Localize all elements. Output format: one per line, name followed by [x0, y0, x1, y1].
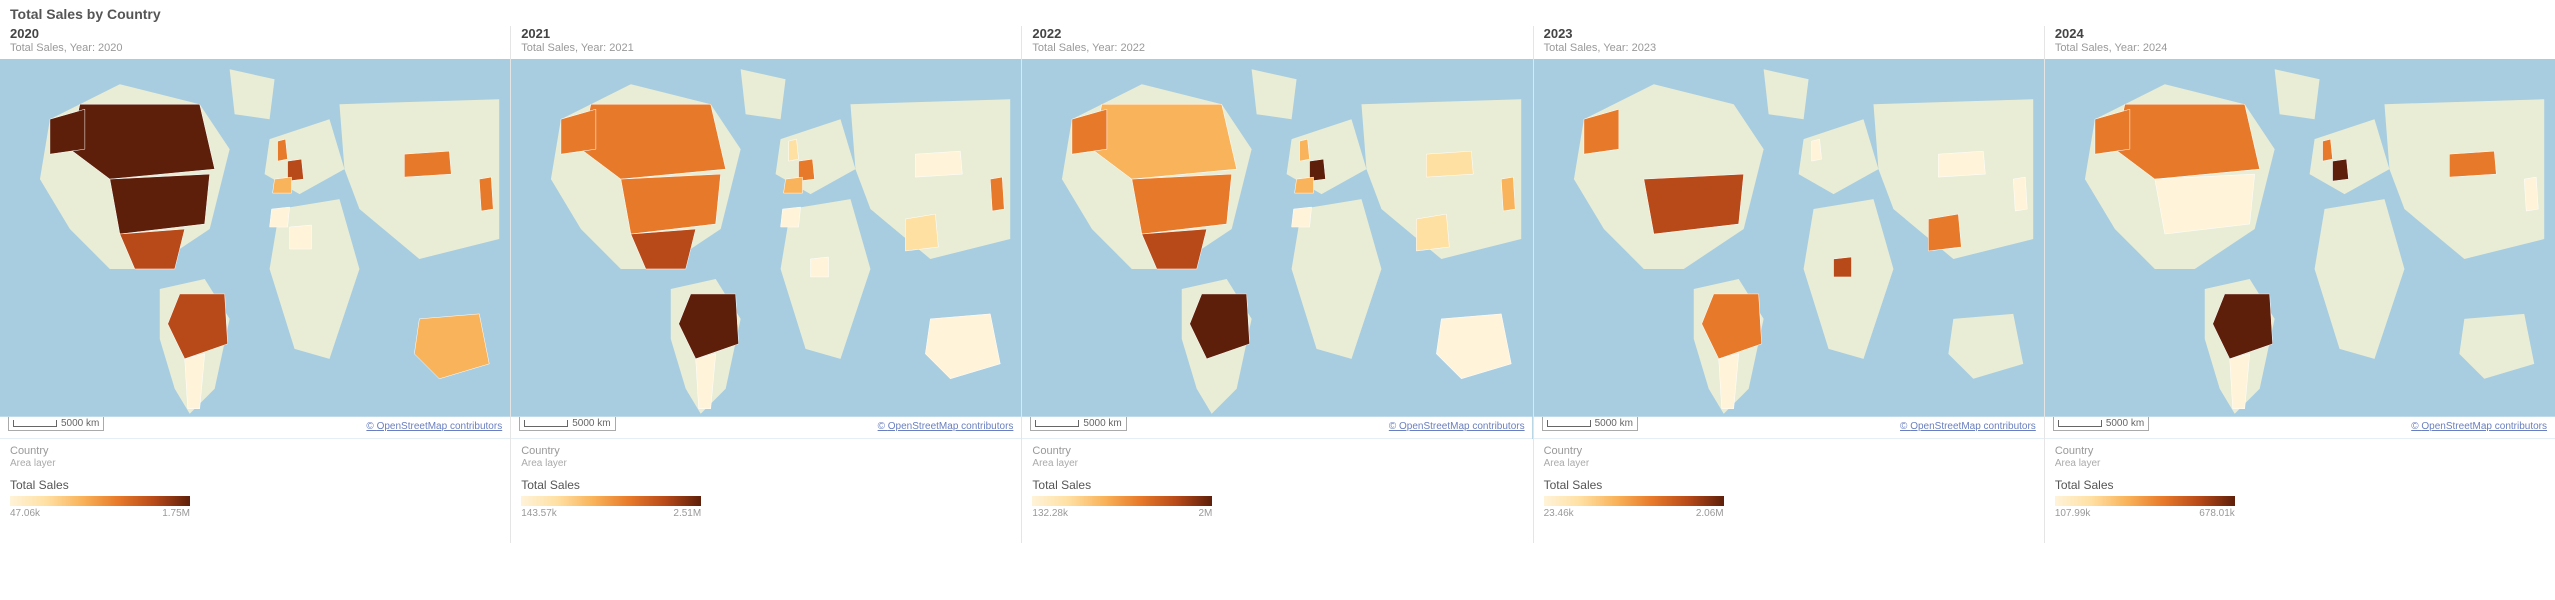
- panel-2024: 2024 Total Sales, Year: 2024: [2045, 26, 2555, 543]
- basemap-icon: [511, 59, 1021, 439]
- panel-year: 2021: [521, 26, 1011, 42]
- color-ramp: [1032, 496, 1212, 506]
- legend-metric-label: Total Sales: [1544, 478, 2034, 492]
- attribution[interactable]: © OpenStreetMap contributors: [2409, 420, 2549, 433]
- attribution[interactable]: © OpenStreetMap contributors: [876, 420, 1016, 433]
- legend-max: 678.01k: [2199, 508, 2235, 519]
- basemap-icon: [0, 59, 510, 439]
- map-panels: 2020 Total Sales, Year: 2020: [0, 26, 2555, 543]
- color-ramp: [10, 496, 190, 506]
- attribution[interactable]: © OpenStreetMap contributors: [364, 420, 504, 433]
- scalebar: 5000 km: [1030, 417, 1126, 431]
- color-ramp: [1544, 496, 1724, 506]
- basemap-icon: [1534, 59, 2044, 439]
- scalebar: 5000 km: [1542, 417, 1638, 431]
- scalebar: 5000 km: [8, 417, 104, 431]
- map-canvas[interactable]: 5000 km © OpenStreetMap contributors: [1534, 59, 2044, 439]
- panel-2020: 2020 Total Sales, Year: 2020: [0, 26, 511, 543]
- color-ramp: [2055, 496, 2235, 506]
- panel-subtitle: Total Sales, Year: 2020: [10, 42, 500, 55]
- legend-max: 2.51M: [673, 508, 701, 519]
- scalebar: 5000 km: [2053, 417, 2149, 431]
- panel-2022: 2022 Total Sales, Year: 2022: [1022, 26, 1533, 543]
- legend-min: 143.57k: [521, 508, 557, 519]
- legend-country-label: Country: [1032, 445, 1522, 458]
- legend-country-label: Country: [10, 445, 500, 458]
- legend-area-label: Area layer: [1032, 458, 1522, 470]
- panel-2023: 2023 Total Sales, Year: 2023: [1534, 26, 2045, 543]
- legend-max: 1.75M: [162, 508, 190, 519]
- map-canvas[interactable]: 5000 km © OpenStreetMap contributors: [1022, 59, 1532, 439]
- panel-year: 2020: [10, 26, 500, 42]
- legend-max: 2.06M: [1696, 508, 1724, 519]
- legend-max: 2M: [1199, 508, 1213, 519]
- map-canvas[interactable]: 5000 km © OpenStreetMap contributors: [2045, 59, 2555, 439]
- legend-min: 132.28k: [1032, 508, 1068, 519]
- attribution[interactable]: © OpenStreetMap contributors: [1387, 420, 1527, 433]
- legend-country-label: Country: [521, 445, 1011, 458]
- panel-year: 2022: [1032, 26, 1522, 42]
- legend-country-label: Country: [2055, 445, 2545, 458]
- map-canvas[interactable]: 5000 km © OpenStreetMap contributors: [0, 59, 510, 439]
- map-canvas[interactable]: 5000 km © OpenStreetMap contributors: [511, 59, 1021, 439]
- panel-2021: 2021 Total Sales, Year: 2021: [511, 26, 1022, 543]
- basemap-icon: [1022, 59, 1532, 439]
- legend-area-label: Area layer: [1544, 458, 2034, 470]
- panel-subtitle: Total Sales, Year: 2021: [521, 42, 1011, 55]
- legend-metric-label: Total Sales: [1032, 478, 1522, 492]
- scalebar: 5000 km: [519, 417, 615, 431]
- legend-area-label: Area layer: [10, 458, 500, 470]
- basemap-icon: [2045, 59, 2555, 439]
- legend-area-label: Area layer: [521, 458, 1011, 470]
- legend-metric-label: Total Sales: [521, 478, 1011, 492]
- legend-min: 107.99k: [2055, 508, 2091, 519]
- color-ramp: [521, 496, 701, 506]
- legend-country-label: Country: [1544, 445, 2034, 458]
- page-title: Total Sales by Country: [0, 0, 2555, 26]
- attribution[interactable]: © OpenStreetMap contributors: [1898, 420, 2038, 433]
- legend-min: 23.46k: [1544, 508, 1574, 519]
- legend-metric-label: Total Sales: [2055, 478, 2545, 492]
- panel-subtitle: Total Sales, Year: 2022: [1032, 42, 1522, 55]
- legend-metric-label: Total Sales: [10, 478, 500, 492]
- legend-area-label: Area layer: [2055, 458, 2545, 470]
- panel-year: 2024: [2055, 26, 2545, 42]
- legend-min: 47.06k: [10, 508, 40, 519]
- panel-year: 2023: [1544, 26, 2034, 42]
- panel-subtitle: Total Sales, Year: 2023: [1544, 42, 2034, 55]
- panel-subtitle: Total Sales, Year: 2024: [2055, 42, 2545, 55]
